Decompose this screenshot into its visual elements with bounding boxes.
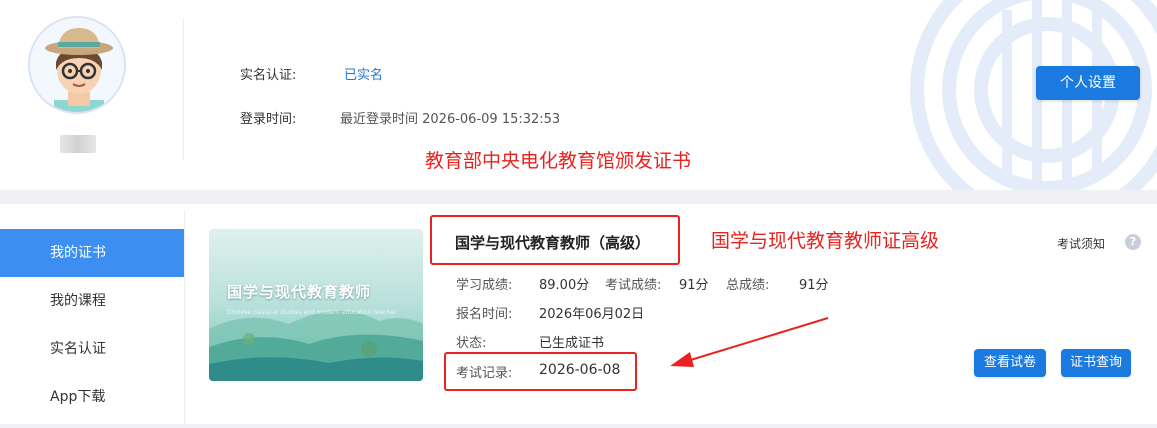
avatar-cartoon-icon bbox=[30, 18, 124, 112]
sidebar-item-app-download[interactable]: App下载 bbox=[0, 373, 184, 421]
signup-time-label: 报名时间: bbox=[456, 307, 513, 322]
annotation-arrow-icon bbox=[670, 317, 829, 367]
section-separator bbox=[0, 190, 1157, 204]
exam-score-value: 91分 bbox=[679, 278, 709, 293]
status-value: 已生成证书 bbox=[539, 336, 605, 351]
personal-settings-button[interactable]: 个人设置 bbox=[1036, 66, 1140, 100]
course-title[interactable]: 国学与现代教育教师（高级） bbox=[455, 232, 650, 253]
exam-record-label: 考试记录: bbox=[456, 366, 513, 381]
issuer-annotation: 教育部中央电化教育馆颁发证书 bbox=[425, 150, 692, 172]
level-annotation: 国学与现代教育教师证高级 bbox=[711, 230, 940, 252]
exam-notice-link[interactable]: 考试须知 bbox=[1057, 235, 1105, 252]
username-blurred bbox=[60, 135, 96, 153]
login-time-value: 最近登录时间 2026-06-09 15:32:53 bbox=[340, 112, 561, 127]
realname-label: 实名认证: bbox=[240, 68, 297, 83]
exam-record-value: 2026-06-08 bbox=[539, 362, 621, 378]
certificate-query-button[interactable]: 证书查询 bbox=[1061, 349, 1131, 377]
cover-landscape-icon bbox=[209, 229, 423, 381]
total-score-label: 总成绩: bbox=[726, 278, 770, 293]
cover-title: 国学与现代教育教师 bbox=[227, 283, 372, 301]
sidebar: 我的证书 我的课程 实名认证 App下载 bbox=[0, 210, 184, 428]
cover-subtitle: Chinese classical studies and modern edu… bbox=[227, 309, 397, 316]
status-label: 状态: bbox=[456, 336, 487, 351]
course-cover-image[interactable]: 国学与现代教育教师 Chinese classical studies and … bbox=[209, 229, 423, 381]
realname-status: 已实名 bbox=[344, 68, 384, 83]
profile-header: 实名认证: 已实名 登录时间: 最近登录时间 2026-06-09 15:32:… bbox=[0, 0, 1157, 190]
help-icon[interactable]: ? bbox=[1125, 234, 1141, 250]
header-divider bbox=[183, 18, 184, 160]
sidebar-item-realname[interactable]: 实名认证 bbox=[0, 325, 184, 373]
sidebar-item-my-certificates[interactable]: 我的证书 bbox=[0, 229, 184, 277]
study-score-value: 89.00分 bbox=[539, 278, 590, 293]
signup-time-value: 2026年06月02日 bbox=[539, 307, 645, 322]
total-score-value: 91分 bbox=[799, 278, 829, 293]
bottom-border bbox=[0, 424, 1157, 428]
study-score-label: 学习成绩: bbox=[456, 278, 513, 293]
sidebar-border bbox=[184, 210, 185, 428]
avatar[interactable] bbox=[28, 16, 126, 114]
view-exam-paper-button[interactable]: 查看试卷 bbox=[974, 349, 1046, 377]
login-time-label: 登录时间: bbox=[240, 112, 297, 127]
exam-score-label: 考试成绩: bbox=[605, 278, 662, 293]
sidebar-item-my-courses[interactable]: 我的课程 bbox=[0, 277, 184, 325]
